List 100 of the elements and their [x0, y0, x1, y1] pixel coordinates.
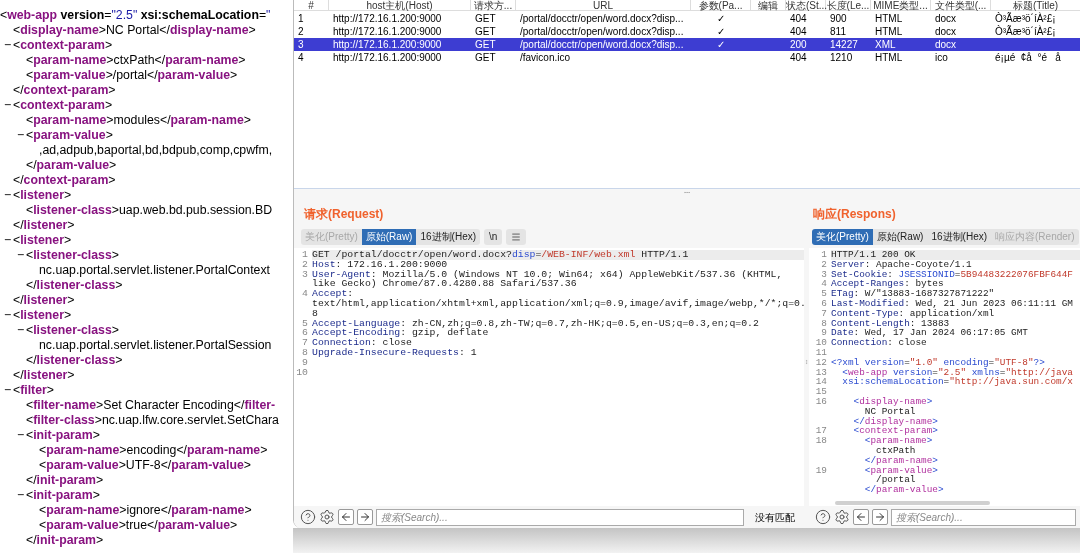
column-header[interactable]: 标题(Title) — [991, 0, 1080, 11]
table-cell-text: /portal/docctr/open/word.docx?disp... — [519, 25, 685, 38]
column-header[interactable]: MIME类型... — [871, 0, 931, 11]
collapse-toggle[interactable]: − — [4, 188, 13, 203]
table-cell-text: Ò³Ãæ³ö´íÀ²£¡ — [994, 25, 1057, 38]
settings-icon[interactable] — [319, 509, 335, 525]
collapse-toggle[interactable]: − — [17, 323, 26, 338]
line-number: 2 — [301, 259, 309, 270]
code-line: Upgrade-Insecure-Requests: 1 — [312, 347, 478, 358]
help-icon[interactable] — [815, 509, 831, 525]
table-cell-text: HTML — [874, 51, 904, 64]
table-row[interactable]: 4 http://172.16.1.200:9000 GET /favicon.ico 404 1210 HTML ico é¡µé ¢å °é å — [294, 51, 1080, 64]
newline-toggle-button[interactable]: \n — [484, 229, 503, 245]
column-header[interactable]: 请求方... — [471, 0, 516, 11]
column-header[interactable]: 参数(Pa... — [691, 0, 751, 11]
code-line: User-Agent: Mozilla/5.0 (Windows NT 10.0; Win64; x64) AppleWebKit/537.36 (KHTML, like Gecko) Chrome/87.0.4280.88 Safari/537.36 — [312, 269, 784, 290]
table-cell-text: 2 — [297, 25, 305, 38]
table-row[interactable]: 3 http://172.16.1.200:9000 GET /portal/docctr/open/word.docx?disp... ✓ 200 14227 XML docx — [294, 38, 1080, 51]
previous-button[interactable] — [338, 509, 354, 525]
column-header[interactable]: 状态(St... — [786, 0, 826, 11]
code-line: xsi:schemaLocation="http://java.sun.com/x — [841, 377, 1074, 388]
line-number: 13 — [814, 367, 828, 378]
collapse-toggle[interactable]: − — [4, 308, 13, 323]
collapse-toggle[interactable]: − — [4, 383, 13, 398]
next-button[interactable] — [357, 509, 373, 525]
column-header[interactable]: 编辑 — [751, 0, 786, 11]
menu-button[interactable] — [506, 229, 527, 245]
xml-line: <param-name>modules</param-name> — [26, 113, 251, 128]
table-cell-text: 900 — [829, 12, 848, 25]
column-header[interactable]: 文件类型(... — [931, 0, 991, 11]
collapse-toggle[interactable]: − — [17, 248, 26, 263]
column-header[interactable]: # — [294, 0, 329, 11]
xml-line: </context-param> — [13, 173, 116, 188]
xml-line: </listener> — [13, 218, 75, 233]
settings-icon[interactable] — [834, 509, 850, 525]
xml-line: <listener-class>uap.web.bd.pub.session.BD — [26, 203, 273, 218]
xml-line: <param-value> — [26, 128, 113, 143]
view-tab[interactable]: 16进制(Hex) — [927, 229, 992, 245]
xml-line: </listener> — [13, 293, 75, 308]
previous-button[interactable] — [853, 509, 869, 525]
collapse-toggle[interactable]: − — [17, 128, 26, 143]
table-cell-text: http://172.16.1.200:9000 — [332, 51, 443, 64]
table-cell-text: GET — [474, 12, 497, 25]
arrow-left-icon — [855, 511, 867, 523]
collapse-toggle[interactable]: − — [4, 98, 13, 113]
code-line: Connection: close — [312, 338, 412, 348]
table-row[interactable]: 2 http://172.16.1.200:9000 GET /portal/docctr/open/word.docx?disp... ✓ 404 811 HTML docx Ò³Ãæ³ö´íÀ²£¡ — [294, 25, 1080, 38]
line-number: 11 — [814, 347, 828, 358]
collapse-toggle[interactable]: − — [17, 488, 26, 503]
search-field[interactable]: 搜索(Search)... — [376, 508, 744, 526]
view-tab[interactable]: 原始(Raw) — [361, 229, 417, 245]
line-number: 10 — [814, 338, 828, 348]
table-cell-text: ico — [934, 51, 949, 64]
column-header[interactable]: host主机(Host) — [329, 0, 471, 11]
view-tab[interactable]: 原始(Raw) — [872, 229, 928, 245]
code-line: Accept-Ranges: bytes — [831, 279, 944, 290]
line-number: 5 — [820, 289, 828, 299]
xml-line: <param-value>UTF-8</param-value> — [39, 458, 251, 473]
table-cell-text: http://172.16.1.200:9000 — [332, 12, 443, 25]
collapse-toggle[interactable]: − — [17, 428, 26, 443]
code-line: Server: Apache-Coyote/1.1 — [831, 259, 973, 270]
column-header[interactable]: 长度(Le... — [826, 0, 871, 11]
table-row[interactable]: 1 http://172.16.1.200:9000 GET /portal/docctr/open/word.docx?disp... ✓ 404 900 HTML docx Ò³Ãæ³ö´íÀ²£¡ — [294, 12, 1080, 25]
xml-line: nc.uap.portal.servlet.listener.PortalContext — [39, 263, 271, 278]
line-number: 6 — [301, 328, 309, 339]
view-tab[interactable]: 美化(Pretty) — [812, 229, 873, 245]
xml-line: <init-param> — [26, 488, 100, 503]
xml-line: </init-param> — [26, 533, 104, 548]
line-number: 10 — [295, 367, 309, 378]
code-line: Set-Cookie: JSESSIONID=5B94483222076FBF644F — [831, 269, 1074, 280]
collapse-toggle[interactable]: − — [4, 38, 13, 53]
xml-line: </init-param> — [26, 473, 104, 488]
help-icon[interactable] — [300, 509, 316, 525]
code-line: Date: Wed, 17 Jan 2024 06:17:05 GMT — [831, 328, 1029, 339]
line-number: 4 — [301, 289, 309, 302]
code-line: ctxPath — [876, 445, 916, 456]
table-cell-text: Ò³Ãæ³ö´íÀ²£¡ — [994, 12, 1056, 25]
xml-line: <param-name>encoding</param-name> — [39, 443, 268, 458]
table-cell-text: 4 — [297, 51, 305, 64]
splitter-handle-icon[interactable] — [681, 189, 693, 196]
search-field[interactable]: 搜索(Search)... — [891, 508, 1076, 526]
horizontal-scrollbar[interactable] — [835, 501, 990, 505]
table-cell-text: /portal/docctr/open/word.docx?disp... — [519, 38, 685, 51]
next-button[interactable] — [872, 509, 888, 525]
view-tab[interactable]: 16进制(Hex) — [416, 229, 481, 245]
line-number: 18 — [814, 436, 828, 446]
table-cell-text: 404 — [789, 51, 808, 64]
code-line: Accept-Encoding: gzip, deflate — [312, 328, 489, 339]
line-number: 9 — [301, 357, 309, 368]
line-number: 8 — [820, 318, 828, 329]
line-number: 17 — [814, 426, 828, 437]
column-header[interactable]: URL — [516, 0, 691, 11]
line-number: 8 — [301, 347, 309, 358]
collapse-toggle[interactable]: − — [4, 233, 13, 248]
xml-line: ,ad,adpub,baportal,bd,bdpub,comp,cpwfm, — [39, 143, 273, 158]
xml-line: <param-name>ignore</param-name> — [39, 503, 252, 518]
line-number: 6 — [820, 299, 828, 309]
code-line: </param-value> — [863, 485, 945, 495]
table-cell-text: GET — [474, 25, 497, 38]
panel-title: 响应(Respons) — [813, 207, 896, 221]
